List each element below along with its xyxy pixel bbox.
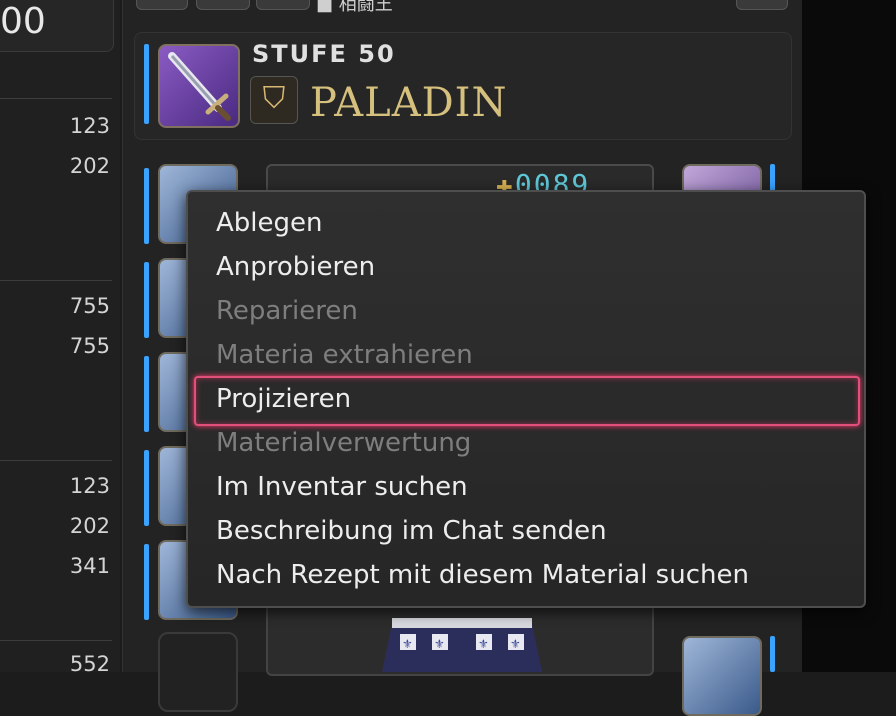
svg-text:⚜: ⚜ <box>478 637 489 651</box>
divider <box>0 280 112 281</box>
toolbar-button[interactable] <box>736 0 788 10</box>
stat-value: 755 <box>69 294 110 318</box>
menu-item-reparieren: Reparieren <box>216 296 358 326</box>
shield-icon: ⛉ <box>250 76 298 124</box>
toolbar-button[interactable] <box>256 0 310 10</box>
stat-value: 202 <box>69 514 110 538</box>
job-name: PALADIN <box>310 80 508 126</box>
stat-value: 341 <box>69 554 110 578</box>
menu-item-anprobieren[interactable]: Anprobieren <box>216 252 375 282</box>
sword-icon[interactable] <box>158 44 240 128</box>
menu-item-beschreibung-senden[interactable]: Beschreibung im Chat senden <box>216 516 607 546</box>
stat-value: 552 <box>69 652 110 676</box>
svg-text:⚜: ⚜ <box>510 637 521 651</box>
menu-item-materialverwertung: Materialverwertung <box>216 428 472 458</box>
slot-indicator <box>144 544 149 620</box>
equipment-slot[interactable] <box>682 636 762 716</box>
stat-value: 202 <box>69 154 110 178</box>
slot-indicator <box>144 44 149 124</box>
stat-value: 123 <box>69 474 110 498</box>
slot-indicator <box>144 450 149 526</box>
divider <box>0 460 112 461</box>
divider <box>0 640 112 641</box>
slot-indicator <box>144 262 149 338</box>
empty-slot[interactable] <box>158 632 238 712</box>
slot-indicator <box>770 636 775 672</box>
level-label: STUFE 50 <box>252 40 396 68</box>
menu-item-rezept-suchen[interactable]: Nach Rezept mit diesem Material suchen <box>216 560 749 590</box>
menu-item-im-inventar-suchen[interactable]: Im Inventar suchen <box>216 472 468 502</box>
divider <box>0 98 112 99</box>
menu-item-materia-extrahieren: Materia extrahieren <box>216 340 473 370</box>
svg-text:⚜: ⚜ <box>402 637 413 651</box>
top-value: 00 <box>0 1 46 42</box>
stat-value: 123 <box>69 114 110 138</box>
toolbar-button[interactable] <box>136 0 188 10</box>
menu-item-ablegen[interactable]: Ablegen <box>216 208 323 238</box>
slot-indicator <box>144 356 149 432</box>
stat-value: 755 <box>69 334 110 358</box>
svg-text:⚜: ⚜ <box>434 637 445 651</box>
menu-item-projizieren[interactable]: Projizieren <box>216 384 351 414</box>
slot-indicator <box>144 168 149 244</box>
character-model: ⚜ ⚜ ⚜ ⚜ <box>372 604 552 672</box>
toolbar-button[interactable] <box>196 0 250 10</box>
top-label: ■ 相闘王 <box>316 0 393 15</box>
